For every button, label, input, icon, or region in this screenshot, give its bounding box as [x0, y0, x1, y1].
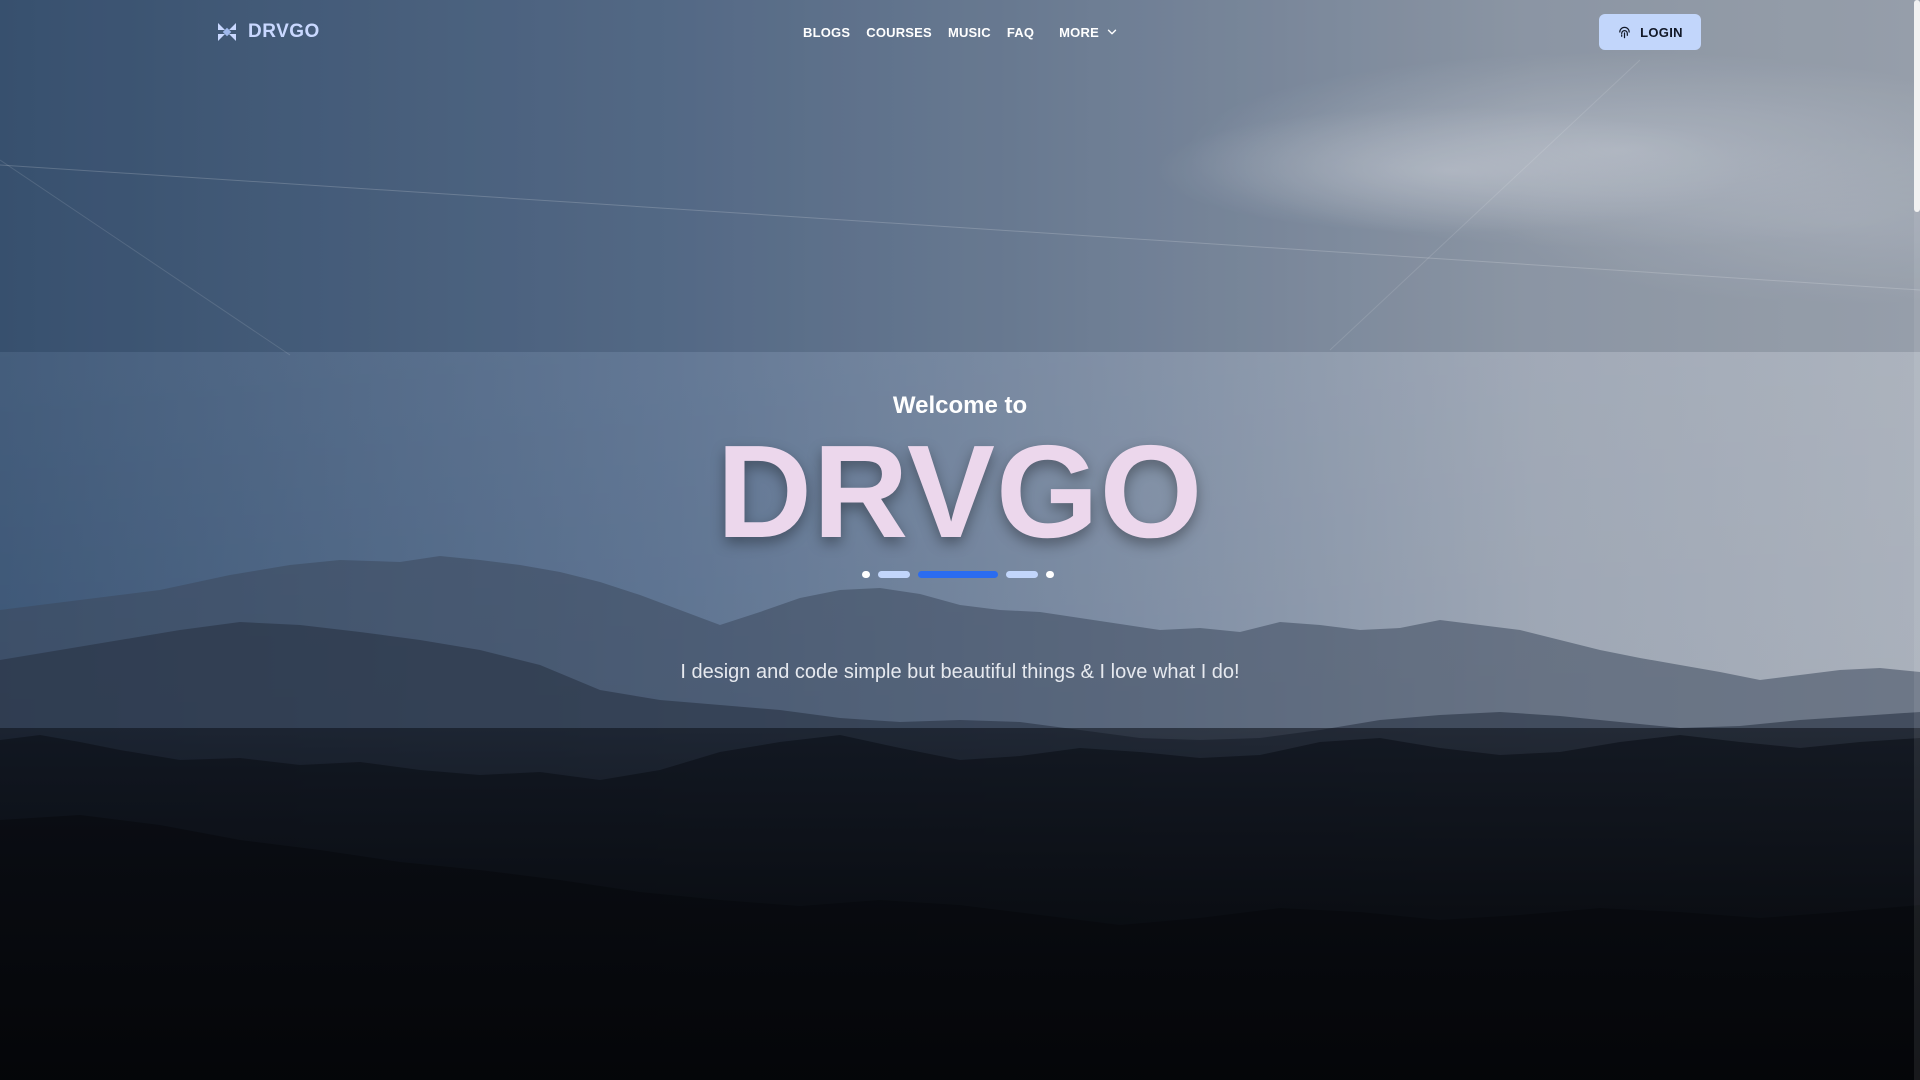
divider-dash-right [1006, 571, 1038, 578]
divider-dot-left [862, 571, 870, 578]
hero-subtitle: I design and code simple but beautiful t… [680, 661, 1240, 683]
divider-dot-right [1046, 571, 1054, 578]
divider-dash-left [878, 571, 910, 578]
hero-title: DRVGO [716, 418, 1204, 565]
hero-divider [862, 571, 1058, 579]
hero-section: Welcome to DRVGO I design and code simpl… [0, 0, 1920, 1080]
divider-bar-center [918, 571, 998, 578]
hero-welcome-text: Welcome to [892, 392, 1028, 419]
